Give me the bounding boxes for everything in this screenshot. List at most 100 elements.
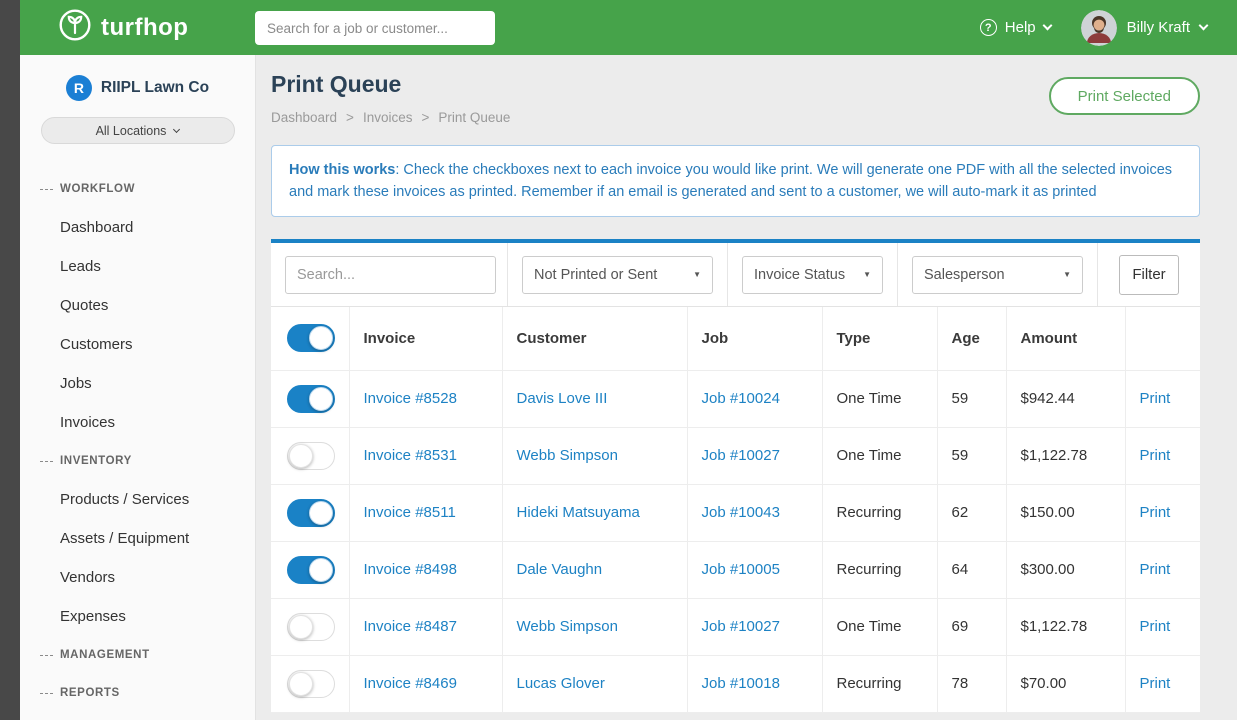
nav-section-reports[interactable]: REPORTS [20, 674, 255, 712]
help-menu[interactable]: ? Help [980, 19, 1051, 36]
sidebar-item-quotes[interactable]: Quotes [20, 286, 255, 325]
invoice-link[interactable]: Invoice #8469 [364, 675, 457, 692]
breadcrumb-separator: > [421, 110, 429, 125]
customer-link[interactable]: Hideki Matsuyama [517, 504, 640, 521]
table-row: Invoice #8511 Hideki Matsuyama Job #1004… [271, 484, 1200, 541]
row-select-toggle[interactable] [287, 556, 335, 584]
chevron-down-icon [173, 126, 180, 133]
invoice-status-select[interactable]: Invoice Status ▼ [742, 256, 883, 294]
invoice-amount: $150.00 [1006, 484, 1125, 541]
help-label: Help [1005, 19, 1036, 36]
row-print-link[interactable]: Print [1140, 675, 1171, 692]
row-print-link[interactable]: Print [1140, 390, 1171, 407]
invoice-link[interactable]: Invoice #8531 [364, 447, 457, 464]
invoice-link[interactable]: Invoice #8487 [364, 618, 457, 635]
tree-dash-icon [40, 655, 53, 656]
tree-dash-icon [40, 461, 53, 462]
invoice-type: Recurring [822, 655, 937, 712]
print-selected-button[interactable]: Print Selected [1049, 77, 1200, 115]
invoice-age: 62 [937, 484, 1006, 541]
info-lead: How this works [289, 162, 395, 178]
row-select-toggle[interactable] [287, 613, 335, 641]
job-link[interactable]: Job #10005 [702, 561, 780, 578]
sidebar-nav: WORKFLOWDashboardLeadsQuotesCustomersJob… [20, 170, 255, 712]
company-switcher[interactable]: R RIIPL Lawn Co [20, 55, 255, 101]
col-header-actions [1125, 307, 1200, 370]
company-logo: R [66, 75, 92, 101]
invoice-amount: $1,122.78 [1006, 598, 1125, 655]
sidebar-item-jobs[interactable]: Jobs [20, 364, 255, 403]
customer-link[interactable]: Dale Vaughn [517, 561, 603, 578]
invoice-link[interactable]: Invoice #8528 [364, 390, 457, 407]
breadcrumb-invoices[interactable]: Invoices [363, 110, 413, 125]
table-row: Invoice #8531 Webb Simpson Job #10027 On… [271, 427, 1200, 484]
table-row: Invoice #8498 Dale Vaughn Job #10005 Rec… [271, 541, 1200, 598]
sidebar-item-products-services[interactable]: Products / Services [20, 480, 255, 519]
toggle-knob [309, 558, 333, 582]
breadcrumb-current: Print Queue [438, 110, 510, 125]
table-search-input[interactable] [285, 256, 496, 294]
job-link[interactable]: Job #10027 [702, 447, 780, 464]
breadcrumb-dashboard[interactable]: Dashboard [271, 110, 337, 125]
sidebar-item-expenses[interactable]: Expenses [20, 597, 255, 636]
customer-link[interactable]: Webb Simpson [517, 447, 618, 464]
left-edge-rail [0, 0, 20, 720]
brand-name: turfhop [101, 14, 188, 42]
invoice-amount: $70.00 [1006, 655, 1125, 712]
sidebar-item-leads[interactable]: Leads [20, 247, 255, 286]
invoice-amount: $300.00 [1006, 541, 1125, 598]
nav-section-workflow[interactable]: WORKFLOW [20, 170, 255, 208]
invoice-type: Recurring [822, 484, 937, 541]
job-link[interactable]: Job #10043 [702, 504, 780, 521]
row-print-link[interactable]: Print [1140, 447, 1171, 464]
row-select-toggle[interactable] [287, 442, 335, 470]
global-search-input[interactable] [255, 11, 495, 45]
invoice-amount: $1,122.78 [1006, 427, 1125, 484]
row-select-toggle[interactable] [287, 670, 335, 698]
row-select-toggle[interactable] [287, 499, 335, 527]
nav-section-management[interactable]: MANAGEMENT [20, 636, 255, 674]
locations-label: All Locations [96, 124, 167, 138]
brand[interactable]: turfhop [58, 8, 188, 47]
row-select-toggle[interactable] [287, 385, 335, 413]
invoice-amount: $942.44 [1006, 370, 1125, 427]
customer-link[interactable]: Webb Simpson [517, 618, 618, 635]
turfhop-logo-icon [58, 8, 92, 47]
table-row: Invoice #8528 Davis Love III Job #10024 … [271, 370, 1200, 427]
col-header-invoice: Invoice [349, 307, 502, 370]
customer-link[interactable]: Davis Love III [517, 390, 608, 407]
row-print-link[interactable]: Print [1140, 618, 1171, 635]
nav-section-inventory[interactable]: INVENTORY [20, 442, 255, 480]
sidebar-item-assets-equipment[interactable]: Assets / Equipment [20, 519, 255, 558]
row-print-link[interactable]: Print [1140, 504, 1171, 521]
salesperson-select[interactable]: Salesperson ▼ [912, 256, 1083, 294]
printed-filter-select[interactable]: Not Printed or Sent ▼ [522, 256, 713, 294]
invoice-type: One Time [822, 370, 937, 427]
job-link[interactable]: Job #10027 [702, 618, 780, 635]
sidebar-item-customers[interactable]: Customers [20, 325, 255, 364]
sidebar-item-invoices[interactable]: Invoices [20, 403, 255, 442]
job-link[interactable]: Job #10024 [702, 390, 780, 407]
invoice-age: 64 [937, 541, 1006, 598]
select-all-toggle[interactable] [287, 324, 335, 352]
col-header-age: Age [937, 307, 1006, 370]
sidebar-item-vendors[interactable]: Vendors [20, 558, 255, 597]
toggle-knob [289, 615, 313, 639]
toggle-knob [309, 387, 333, 411]
invoice-link[interactable]: Invoice #8511 [364, 504, 456, 521]
invoice-age: 59 [937, 427, 1006, 484]
job-link[interactable]: Job #10018 [702, 675, 780, 692]
user-menu[interactable]: Billy Kraft [1081, 10, 1207, 46]
table-row: Invoice #8469 Lucas Glover Job #10018 Re… [271, 655, 1200, 712]
invoice-link[interactable]: Invoice #8498 [364, 561, 457, 578]
locations-dropdown[interactable]: All Locations [41, 117, 235, 144]
chevron-down-icon [1042, 21, 1052, 31]
topbar-right: ? Help Billy Kraft [980, 10, 1207, 46]
filter-button[interactable]: Filter [1119, 255, 1179, 295]
invoice-age: 78 [937, 655, 1006, 712]
invoice-table: Invoice Customer Job Type Age Amount Inv… [271, 307, 1200, 713]
row-print-link[interactable]: Print [1140, 561, 1171, 578]
col-header-amount: Amount [1006, 307, 1125, 370]
customer-link[interactable]: Lucas Glover [517, 675, 605, 692]
sidebar-item-dashboard[interactable]: Dashboard [20, 208, 255, 247]
